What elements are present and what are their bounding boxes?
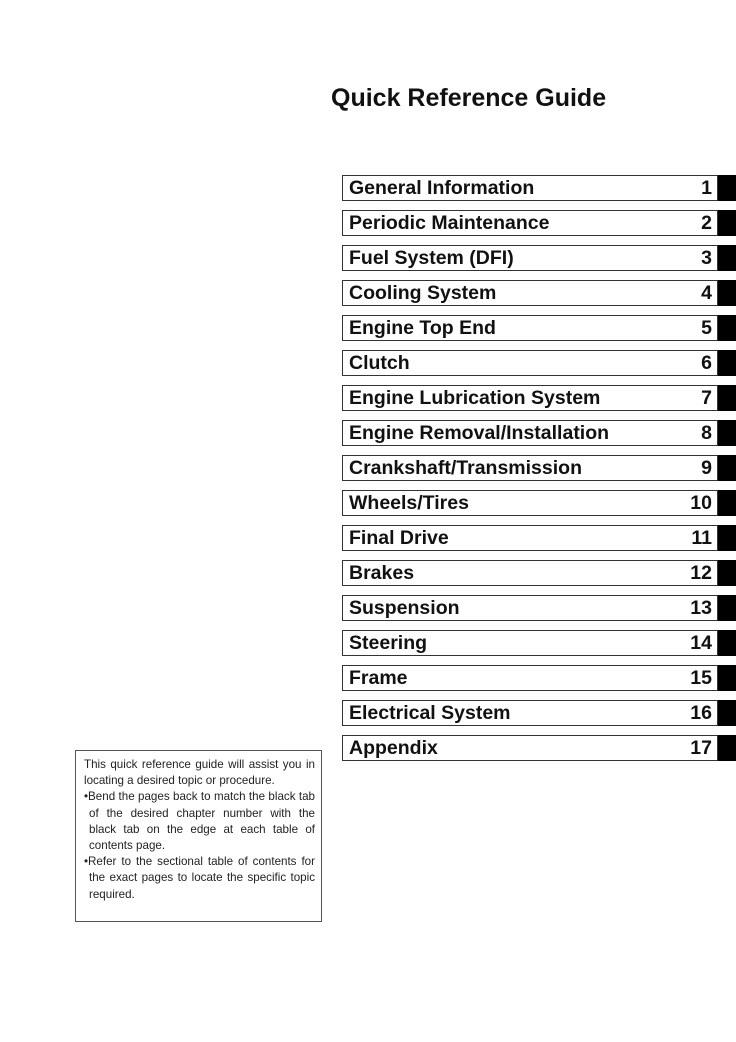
chapter-number: 5 [701,317,712,339]
chapter-row-10[interactable]: Wheels/Tires 10 [342,490,736,516]
chapter-row-14[interactable]: Steering 14 [342,630,736,656]
chapter-number: 9 [701,457,712,479]
black-tab [718,420,736,446]
chapter-row-17[interactable]: Appendix 17 [342,735,736,761]
page-title: Quick Reference Guide [331,84,607,112]
chapter-row-15[interactable]: Frame 15 [342,665,736,691]
chapter-number: 7 [701,387,712,409]
black-tab [718,630,736,656]
black-tab [718,700,736,726]
chapter-title: Engine Top End [349,317,496,339]
chapter-number: 8 [701,422,712,444]
chapter-title: Appendix [349,737,438,759]
chapter-number: 10 [690,492,712,514]
chapter-number: 6 [701,352,712,374]
usage-note-intro: This quick reference guide will assist y… [84,758,315,788]
chapter-row-2[interactable]: Periodic Maintenance 2 [342,210,736,236]
chapter-number: 11 [691,527,712,549]
black-tab [718,280,736,306]
usage-note-bullet: •Refer to the sectional table of content… [84,855,315,901]
chapter-title: Wheels/Tires [349,492,469,514]
chapter-number: 17 [690,737,712,759]
chapter-row-6[interactable]: Clutch 6 [342,350,736,376]
chapter-title: Steering [349,632,428,654]
chapter-row-9[interactable]: Crankshaft/Transmission 9 [342,455,736,481]
chapter-title: Frame [349,667,408,689]
chapter-row-3[interactable]: Fuel System (DFI) 3 [342,245,736,271]
black-tab [718,175,736,201]
black-tab [718,595,736,621]
chapter-title: Brakes [349,562,415,584]
usage-note-box: This quick reference guide will assist y… [75,750,322,922]
black-tab [718,525,736,551]
chapter-row-16[interactable]: Electrical System 16 [342,700,736,726]
chapter-row-1[interactable]: General Information 1 [342,175,736,201]
black-tab [718,315,736,341]
chapter-number: 16 [690,702,712,724]
black-tab [718,735,736,761]
black-tab [718,210,736,236]
black-tab [718,490,736,516]
black-tab [718,350,736,376]
black-tab [718,385,736,411]
chapter-title: Suspension [349,597,460,619]
chapter-number: 1 [701,177,712,199]
black-tab [718,245,736,271]
chapter-number: 13 [690,597,712,619]
usage-note-bullet: •Bend the pages back to match the black … [84,790,315,853]
chapter-row-12[interactable]: Brakes 12 [342,560,736,586]
chapter-row-11[interactable]: Final Drive 11 [342,525,736,551]
chapter-number: 14 [690,632,712,654]
chapter-title: Fuel System (DFI) [349,247,514,269]
chapter-title: Electrical System [349,702,511,724]
black-tab [718,665,736,691]
chapter-row-7[interactable]: Engine Lubrication System 7 [342,385,736,411]
chapter-row-5[interactable]: Engine Top End 5 [342,315,736,341]
chapter-title: General Information [349,177,535,199]
black-tab [718,455,736,481]
chapter-number: 4 [701,282,712,304]
chapter-title: Final Drive [349,527,449,549]
chapter-index: General Information 1 Periodic Maintenanc… [342,175,736,770]
chapter-number: 3 [701,247,712,269]
chapter-title: Clutch [349,352,410,374]
chapter-title: Periodic Maintenance [349,212,550,234]
chapter-number: 2 [701,212,712,234]
chapter-title: Engine Lubrication System [349,387,601,409]
chapter-row-8[interactable]: Engine Removal/Installation 8 [342,420,736,446]
chapter-number: 12 [690,562,712,584]
chapter-title: Crankshaft/Transmission [349,457,582,479]
chapter-row-13[interactable]: Suspension 13 [342,595,736,621]
chapter-title: Engine Removal/Installation [349,422,610,444]
black-tab [718,560,736,586]
chapter-row-4[interactable]: Cooling System 4 [342,280,736,306]
chapter-number: 15 [690,667,712,689]
chapter-title: Cooling System [349,282,497,304]
